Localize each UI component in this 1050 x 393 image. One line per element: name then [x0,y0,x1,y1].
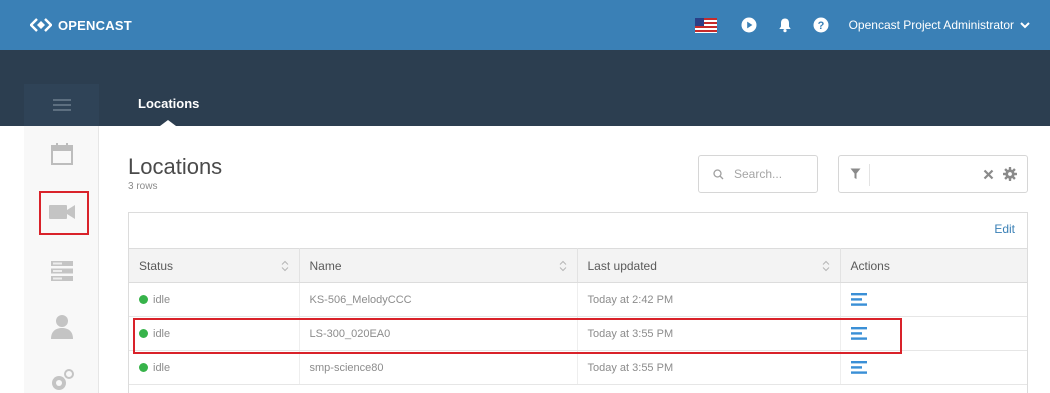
calendar-icon [50,143,73,165]
us-flag-icon[interactable] [694,17,717,33]
chevron-down-icon [1020,21,1030,28]
top-bar: OPENCAST ? Opencast Project Administrato… [0,0,1050,50]
sort-icon [281,260,288,272]
edit-link[interactable]: Edit [994,222,1015,236]
sidebar-item-configuration[interactable] [24,368,99,392]
status-dot-icon [139,329,148,339]
help-icon[interactable]: ? [813,17,829,33]
tab-locations[interactable]: Locations [138,96,199,111]
search-icon [713,168,724,179]
sidebar [24,126,99,393]
search-field[interactable] [698,155,818,193]
status-text: idle [153,361,171,374]
opencast-logo-icon [30,18,52,32]
column-header-name[interactable]: Name [299,248,578,283]
status-dot-icon [139,363,148,373]
column-header-actions: Actions [840,248,1027,283]
table-row[interactable]: idle KS-506_MelodyCCC Today at 2:42 PM [129,282,1027,317]
status-cell: idle [129,316,300,351]
row-count: 3 rows [128,181,158,192]
user-name: Opencast Project Administrator [848,18,1014,32]
locations-table: Status Name Last updated Actions idle KS… [129,248,1027,385]
column-header-status[interactable]: Status [129,248,300,283]
bell-icon[interactable] [777,17,793,33]
page-title: Locations [128,154,223,179]
sidebar-item-users[interactable] [24,314,99,340]
table-row[interactable]: idle smp-science80 Today at 3:55 PM [129,350,1027,385]
locations-table-panel: Edit Status Name Last updated Actions id… [128,212,1028,393]
updated-cell: Today at 2:42 PM [577,282,841,317]
actions-cell [840,282,1027,317]
actions-cell [840,316,1027,351]
column-header-last-updated[interactable]: Last updated [577,248,841,283]
filter-icon[interactable] [850,168,861,180]
search-input[interactable] [734,167,814,181]
name-cell: LS-300_020EA0 [299,316,578,351]
active-tab-indicator [160,120,176,126]
menu-icon [52,99,71,111]
play-icon[interactable] [741,17,757,33]
status-text: idle [153,327,171,340]
details-icon[interactable] [850,361,867,374]
status-text: idle [153,293,171,306]
opencast-logo[interactable]: OPENCAST [30,18,132,33]
filter-separator [869,164,870,186]
navigation-band: Locations [0,50,1050,126]
sidebar-item-events[interactable] [24,142,99,166]
gear-icon[interactable] [1003,167,1017,181]
updated-cell: Today at 3:55 PM [577,316,841,351]
actions-cell [840,350,1027,385]
details-icon[interactable] [850,293,867,306]
sidebar-item-systems[interactable] [24,260,99,282]
status-cell: idle [129,350,300,385]
table-header-row: Status Name Last updated Actions [129,248,1027,283]
updated-cell: Today at 3:55 PM [577,350,841,385]
name-cell: KS-506_MelodyCCC [299,282,578,317]
filter-bar[interactable] [838,155,1028,193]
logo-text: OPENCAST [58,17,132,33]
name-cell: smp-science80 [299,350,578,385]
menu-toggle-button[interactable] [24,84,99,126]
user-icon [50,315,73,339]
sidebar-highlight-box [39,191,89,235]
server-icon [50,261,73,281]
user-menu[interactable]: Opencast Project Administrator [849,18,1030,32]
sort-icon [822,260,829,272]
sort-icon [559,260,566,272]
status-dot-icon [139,295,148,305]
details-icon[interactable] [850,327,867,340]
status-cell: idle [129,282,300,317]
table-row[interactable]: idle LS-300_020EA0 Today at 3:55 PM [129,316,1027,351]
clear-filter-icon[interactable] [983,169,994,180]
gears-icon [51,369,74,390]
svg-text:?: ? [817,20,824,32]
